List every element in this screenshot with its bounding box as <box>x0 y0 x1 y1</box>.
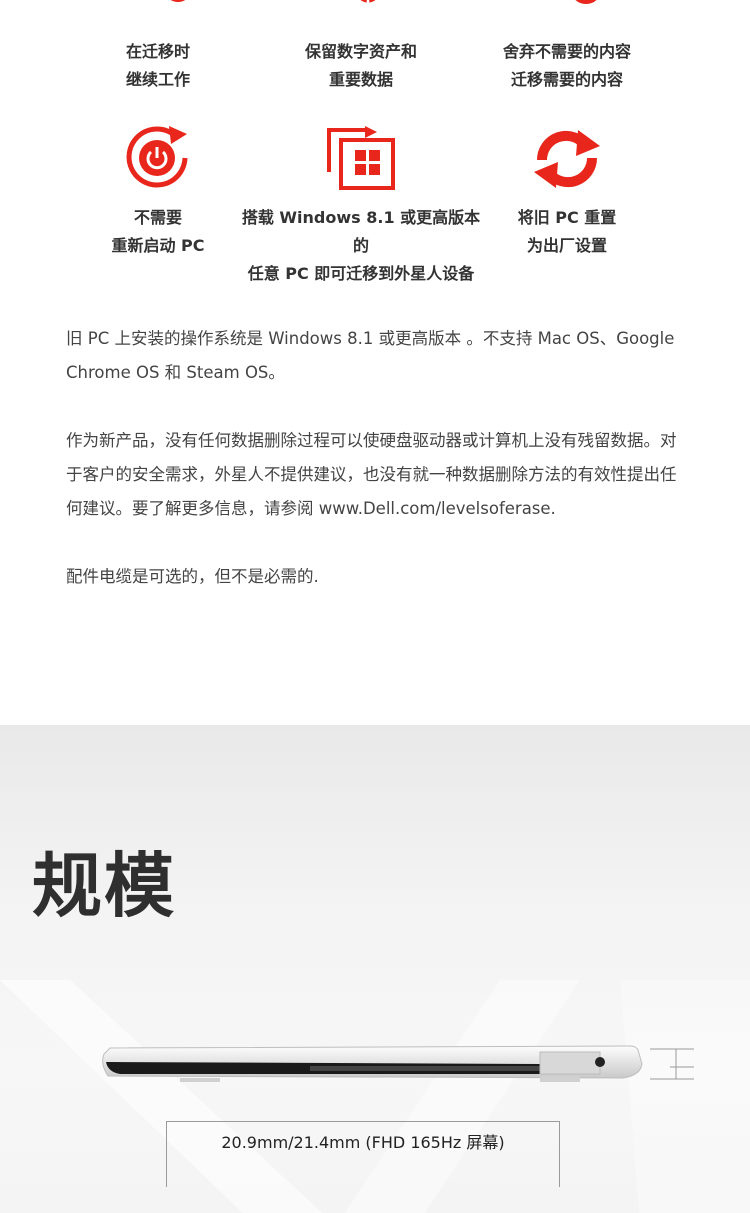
edit-check-icon <box>522 0 612 28</box>
laptop-side-image <box>100 1042 645 1096</box>
data-erase-note: 作为新产品，没有任何数据删除过程可以使硬盘驱动器或计算机上没有残留数据。对于客户… <box>66 431 677 518</box>
specs-section: 规模 20.9mm/21.4mm (FHD 165Hz 屏幕) <box>0 725 750 1213</box>
feature-label: 将旧 PC 重置 为出厂设置 <box>517 208 617 255</box>
os-requirement-note: 旧 PC 上安装的操作系统是 Windows 8.1 或更高版本 。不支持 Ma… <box>66 329 675 382</box>
feature-label: 舍弃不需要的内容 迁移需要的内容 <box>502 42 631 89</box>
notes-section: 旧 PC 上安装的操作系统是 Windows 8.1 或更高版本 。不支持 Ma… <box>66 322 686 628</box>
windows-transfer-icon <box>325 126 397 196</box>
features-section: 在迁移时 继续工作 保留数字资产和 重要数据 舍弃不需要的内容 迁移需要的内容 … <box>0 0 750 283</box>
cable-note: 配件电缆是可选的，但不是必需的. <box>66 567 319 586</box>
thickness-measure-lines <box>650 1048 694 1080</box>
section-title: 规模 <box>32 845 176 927</box>
money-card-icon <box>326 0 396 28</box>
thickness-label: 20.9mm/21.4mm (FHD 165Hz 屏幕) <box>221 1133 505 1152</box>
reset-arrows-icon <box>532 130 602 192</box>
power-restart-icon <box>125 124 191 194</box>
monitor-check-icon <box>118 0 198 28</box>
